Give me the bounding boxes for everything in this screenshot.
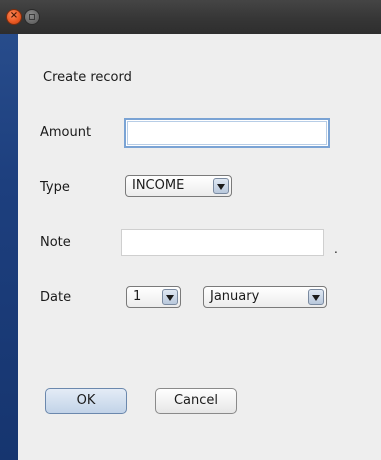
- close-icon[interactable]: ×: [7, 10, 21, 24]
- month-selected-value: January: [210, 289, 260, 304]
- month-select[interactable]: January: [203, 286, 327, 308]
- amount-field[interactable]: [124, 118, 330, 148]
- chevron-down-icon[interactable]: [162, 289, 178, 305]
- note-label: Note: [40, 235, 71, 250]
- note-trailing-dot: .: [334, 242, 338, 256]
- chevron-down-icon[interactable]: [213, 178, 229, 194]
- amount-label: Amount: [40, 125, 92, 140]
- minimize-icon[interactable]: [25, 10, 39, 24]
- create-record-dialog: Create record Amount Type INCOME Note . …: [18, 34, 381, 460]
- day-selected-value: 1: [133, 289, 142, 304]
- type-selected-value: INCOME: [132, 178, 185, 193]
- cancel-button[interactable]: Cancel: [155, 388, 237, 414]
- date-label: Date: [40, 290, 72, 305]
- type-label: Type: [40, 180, 70, 195]
- ok-button[interactable]: OK: [45, 388, 127, 414]
- type-select[interactable]: INCOME: [125, 175, 232, 197]
- chevron-down-icon[interactable]: [308, 289, 324, 305]
- day-select[interactable]: 1: [126, 286, 181, 308]
- note-field[interactable]: [121, 229, 324, 256]
- dialog-heading: Create record: [43, 70, 132, 85]
- window-titlebar[interactable]: ×: [0, 0, 381, 34]
